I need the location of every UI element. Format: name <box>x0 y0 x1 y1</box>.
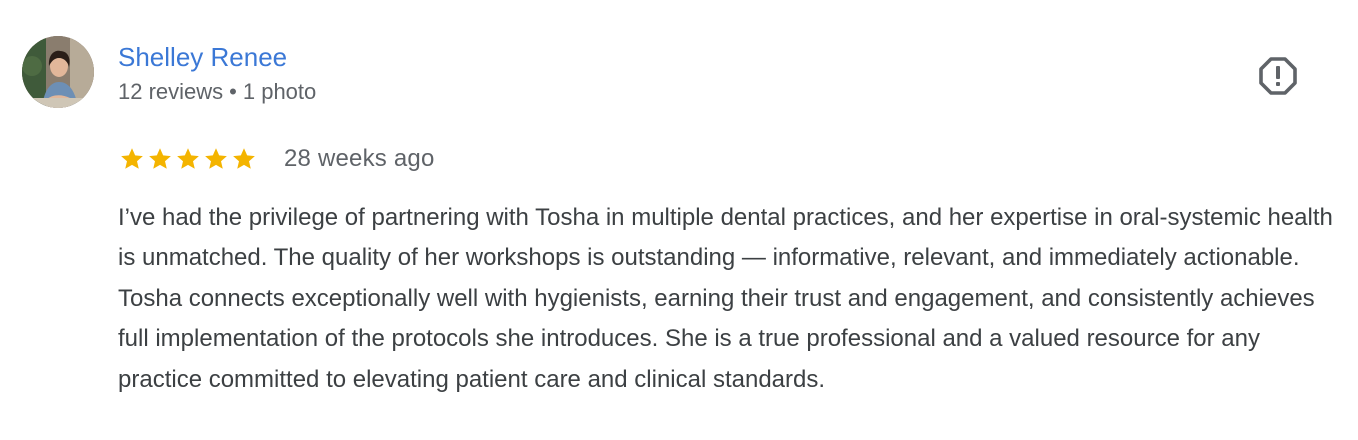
photos-count: 1 photo <box>242 79 317 104</box>
meta-separator: • <box>229 79 237 104</box>
avatar-photo-icon <box>22 36 94 108</box>
reviewer-avatar[interactable] <box>22 36 94 108</box>
star-rating <box>118 145 258 173</box>
reviewer-meta: 12 reviews • 1 photo <box>118 78 316 106</box>
reviews-count: 12 reviews <box>118 79 224 104</box>
star-icon <box>177 148 199 169</box>
reviewer-name-link[interactable]: Shelley Renee <box>118 40 287 74</box>
review-date: 28 weeks ago <box>284 145 435 172</box>
star-icon <box>205 148 227 169</box>
star-icon <box>233 148 255 169</box>
rating-row: 28 weeks ago <box>118 142 435 176</box>
review-text: I’ve had the privilege of partnering wit… <box>118 204 1333 393</box>
report-flag-button[interactable] <box>1258 56 1298 96</box>
report-flag-icon <box>1259 57 1297 95</box>
star-icon <box>121 148 143 169</box>
star-icon <box>149 148 171 169</box>
